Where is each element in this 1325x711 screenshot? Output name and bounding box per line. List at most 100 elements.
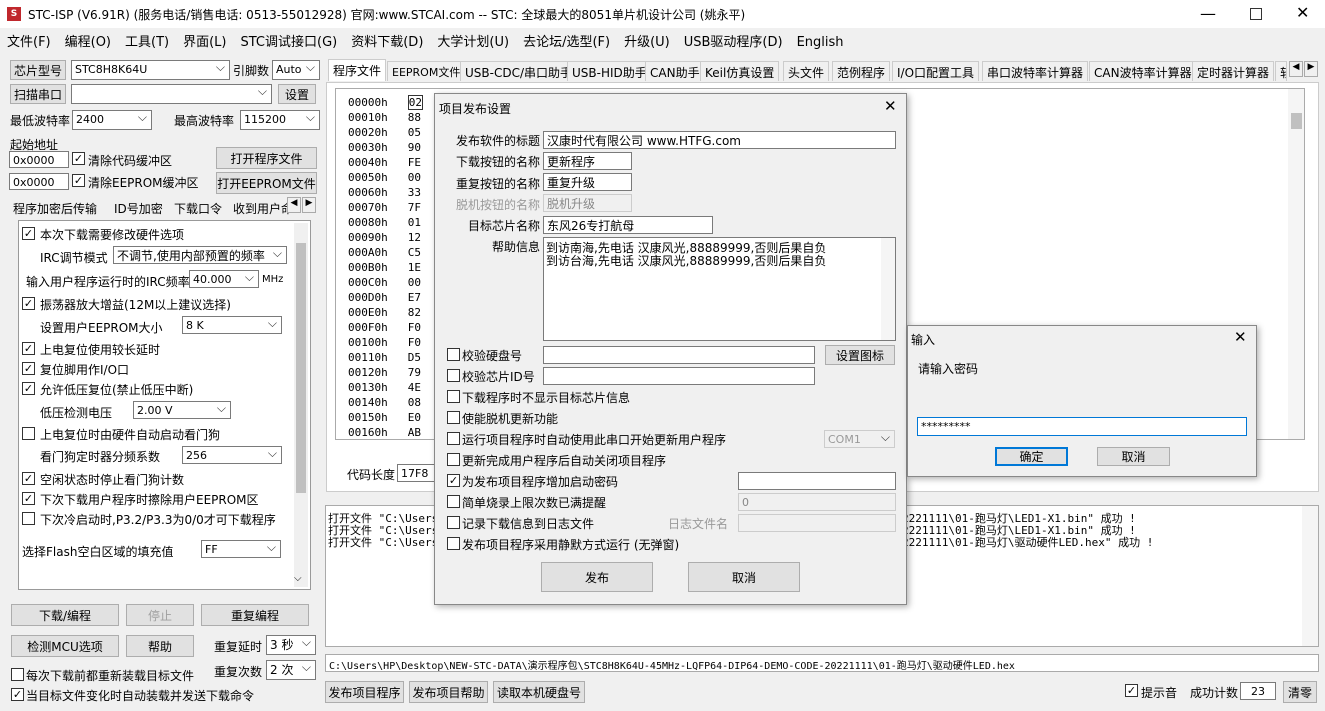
repeat-count-select[interactable]: 2 次: [266, 660, 316, 680]
max-baud-select[interactable]: 115200: [240, 110, 320, 130]
tab-software[interactable]: 软: [1275, 61, 1287, 81]
download-button[interactable]: 下载/编程: [11, 604, 119, 626]
password-input[interactable]: *********: [917, 417, 1247, 436]
clear-count-button[interactable]: 清零: [1283, 681, 1317, 703]
eeprom-size-select[interactable]: 8 K: [182, 316, 282, 334]
hex-byte[interactable]: 88: [408, 111, 421, 124]
hex-byte[interactable]: E0: [408, 411, 421, 424]
reprogram-button[interactable]: 重复编程: [201, 604, 309, 626]
tab-id-encrypt[interactable]: ID号加密: [114, 200, 163, 217]
menu-tools[interactable]: 工具(T): [125, 35, 169, 50]
tab-eeprom-file[interactable]: EEPROM文件: [387, 61, 466, 81]
hex-byte[interactable]: AB: [408, 426, 421, 439]
tab-usb-cdc[interactable]: USB-CDC/串口助手: [460, 61, 578, 81]
com-port-select[interactable]: COM1: [824, 430, 895, 448]
auto-close-checkbox[interactable]: [447, 453, 460, 466]
close-icon[interactable]: ✕: [1296, 3, 1309, 22]
hex-byte[interactable]: FE: [408, 156, 421, 169]
hex-byte[interactable]: 00: [408, 171, 421, 184]
right-tab-left-icon[interactable]: ◀: [1289, 61, 1303, 77]
erase-eeprom-checkbox[interactable]: ✓: [22, 492, 35, 505]
check-mcu-button[interactable]: 检测MCU选项: [11, 635, 119, 657]
hex-byte[interactable]: E7: [408, 291, 421, 304]
options-scrollbar[interactable]: [294, 223, 308, 587]
fill-select[interactable]: FF: [201, 540, 281, 558]
hex-byte[interactable]: 4E: [408, 381, 421, 394]
repeat-delay-select[interactable]: 3 秒: [266, 635, 316, 655]
min-baud-select[interactable]: 2400: [72, 110, 152, 130]
hex-byte[interactable]: 79: [408, 366, 421, 379]
options-scroll-thumb[interactable]: [296, 243, 306, 493]
reload-checkbox[interactable]: [11, 668, 24, 681]
code-address-input[interactable]: 0x0000: [9, 151, 69, 168]
check-disk-checkbox[interactable]: [447, 348, 460, 361]
limit-checkbox[interactable]: [447, 495, 460, 508]
eeprom-address-input[interactable]: 0x0000: [9, 173, 69, 190]
wdt-hw-checkbox[interactable]: [22, 427, 35, 440]
por-delay-checkbox[interactable]: ✓: [22, 342, 35, 355]
menu-debug[interactable]: STC调试接口(G): [241, 35, 338, 50]
offline-btn-name-input[interactable]: 脱机升级: [543, 194, 632, 212]
tab-scroll-right-icon[interactable]: ▶: [302, 197, 316, 213]
tab-uart-baud[interactable]: 串口波特率计算器: [982, 61, 1089, 81]
hex-scroll-thumb[interactable]: [1291, 113, 1302, 129]
menu-view[interactable]: 界面(L): [183, 35, 226, 50]
right-tab-right-icon[interactable]: ▶: [1304, 61, 1318, 77]
lvd-select[interactable]: 2.00 V: [133, 401, 231, 419]
hw-opt-checkbox[interactable]: ✓: [22, 227, 35, 240]
maximize-icon[interactable]: [1250, 8, 1262, 20]
menu-file[interactable]: 文件(F): [7, 35, 51, 50]
hex-byte[interactable]: F0: [408, 321, 421, 334]
irc-freq-select[interactable]: 40.000: [189, 270, 259, 288]
reset-io-checkbox[interactable]: ✓: [22, 362, 35, 375]
password-dialog-close-icon[interactable]: ✕: [1234, 328, 1247, 346]
hex-byte[interactable]: 90: [408, 141, 421, 154]
add-password-checkbox[interactable]: ✓: [447, 474, 460, 487]
p32-checkbox[interactable]: [22, 512, 35, 525]
scan-port-button[interactable]: 扫描串口: [10, 84, 66, 104]
settings-button[interactable]: 设置: [278, 84, 316, 104]
dialog-cancel-button[interactable]: 取消: [688, 562, 800, 592]
hex-byte[interactable]: 7F: [408, 201, 421, 214]
clear-eeprom-checkbox[interactable]: ✓: [72, 174, 85, 187]
password-field[interactable]: [738, 472, 896, 490]
wdt-div-select[interactable]: 256: [182, 446, 282, 464]
password-ok-button[interactable]: 确定: [995, 447, 1068, 466]
hex-byte[interactable]: D5: [408, 351, 421, 364]
tab-examples[interactable]: 范例程序: [832, 61, 891, 81]
check-chip-input[interactable]: [543, 367, 815, 385]
tab-can[interactable]: CAN助手: [645, 61, 705, 81]
hex-byte[interactable]: 1E: [408, 261, 421, 274]
password-cancel-button[interactable]: 取消: [1097, 447, 1170, 466]
check-chip-checkbox[interactable]: [447, 369, 460, 382]
help-info-scrollbar[interactable]: [881, 238, 895, 340]
tab-user-cmd[interactable]: 收到用户命: [233, 200, 293, 217]
chip-select[interactable]: STC8H8K64U: [71, 60, 230, 80]
tab-program-file[interactable]: 程序文件: [328, 59, 387, 81]
read-disk-button[interactable]: 读取本机硬盘号: [493, 681, 585, 703]
log-info-checkbox[interactable]: [447, 516, 460, 529]
menu-english[interactable]: English: [797, 35, 844, 50]
target-chip-input[interactable]: 东风26专打航母: [543, 216, 713, 234]
auto-load-checkbox[interactable]: ✓: [11, 688, 24, 701]
hex-byte[interactable]: C5: [408, 246, 421, 259]
hex-byte[interactable]: 12: [408, 231, 421, 244]
tab-password[interactable]: 下载口令: [174, 200, 222, 217]
hex-byte[interactable]: 33: [408, 186, 421, 199]
tab-scroll-left-icon[interactable]: ◀: [287, 197, 301, 213]
stop-button[interactable]: 停止: [126, 604, 194, 626]
pub-title-input[interactable]: 汉康时代有限公司 www.HTFG.com: [543, 131, 896, 149]
tab-encrypt[interactable]: 程序加密后传输: [13, 200, 97, 217]
silent-checkbox[interactable]: [447, 537, 460, 550]
menu-upgrade[interactable]: 升级(U): [624, 35, 670, 50]
open-eeprom-button[interactable]: 打开EEPROM文件: [216, 172, 317, 194]
hex-scrollbar[interactable]: [1288, 89, 1304, 439]
hex-byte[interactable]: 02: [407, 95, 423, 110]
tab-timer[interactable]: 定时器计算器: [1192, 61, 1275, 81]
log-scrollbar[interactable]: [1302, 506, 1318, 646]
publish-project-button[interactable]: 发布项目程序: [325, 681, 404, 703]
tab-keil[interactable]: Keil仿真设置: [700, 61, 780, 81]
dialog-close-icon[interactable]: ✕: [884, 97, 897, 115]
publish-button[interactable]: 发布: [541, 562, 653, 592]
offline-update-checkbox[interactable]: [447, 411, 460, 424]
